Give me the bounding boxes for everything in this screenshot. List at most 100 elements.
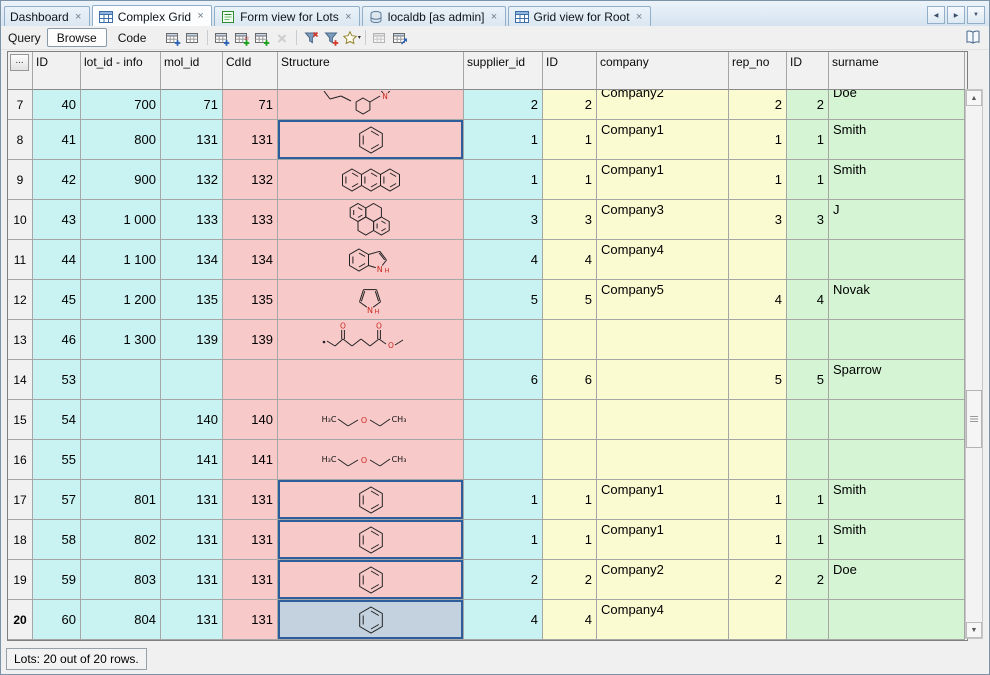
cell-supplier[interactable]: 1 [464, 480, 543, 520]
cell-structure[interactable] [278, 360, 464, 400]
cell-surname[interactable] [829, 320, 965, 360]
cell-id3[interactable] [787, 240, 829, 280]
row-number[interactable]: 15 [8, 400, 33, 440]
cell-surname[interactable]: Sparrow [829, 360, 965, 400]
row-number[interactable]: 20 [8, 600, 33, 640]
cell-lot[interactable]: 800 [81, 120, 161, 160]
cell-structure[interactable] [278, 120, 464, 160]
row-number[interactable]: 12 [8, 280, 33, 320]
browse-mode-button[interactable]: Browse [47, 28, 107, 47]
row-number[interactable]: 19 [8, 560, 33, 600]
tab-localdb-as-admin[interactable]: localdb [as admin]× [362, 6, 506, 27]
cell-id2[interactable]: 3 [543, 200, 597, 240]
cell-id1[interactable]: 53 [33, 360, 81, 400]
cell-lot[interactable]: 900 [81, 160, 161, 200]
cell-lot[interactable] [81, 440, 161, 480]
cell-cdid[interactable]: 134 [223, 240, 278, 280]
cell-structure[interactable]: H₃COCH₃ [278, 400, 464, 440]
cell-supplier[interactable]: 2 [464, 560, 543, 600]
cell-lot[interactable]: 1 100 [81, 240, 161, 280]
cell-id2[interactable]: 2 [543, 90, 597, 120]
cell-cdid[interactable]: 140 [223, 400, 278, 440]
row-number[interactable]: 7 [8, 90, 33, 120]
cell-id2[interactable]: 5 [543, 280, 597, 320]
cell-surname[interactable] [829, 600, 965, 640]
cell-company[interactable]: Company1 [597, 480, 729, 520]
cell-company[interactable]: Company3 [597, 200, 729, 240]
cell-mol[interactable]: 71 [161, 90, 223, 120]
cell-id1[interactable]: 43 [33, 200, 81, 240]
cell-supplier[interactable]: 4 [464, 600, 543, 640]
cell-structure[interactable]: H₃COCH₃ [278, 440, 464, 480]
cell-id1[interactable]: 44 [33, 240, 81, 280]
cell-id3[interactable] [787, 440, 829, 480]
tab-form-view-for-lots[interactable]: Form view for Lots× [214, 6, 360, 27]
column-header-surname[interactable]: surname [829, 52, 965, 90]
cell-supplier[interactable]: 1 [464, 120, 543, 160]
table-view-icon[interactable] [183, 28, 203, 48]
cell-rep[interactable] [729, 240, 787, 280]
cell-id1[interactable]: 58 [33, 520, 81, 560]
cell-surname[interactable]: Doe [829, 90, 965, 120]
cell-mol[interactable]: 131 [161, 480, 223, 520]
cell-id2[interactable]: 1 [543, 160, 597, 200]
cell-id1[interactable]: 45 [33, 280, 81, 320]
cell-company[interactable] [597, 440, 729, 480]
open-in-grid-icon[interactable] [390, 28, 410, 48]
cell-id2[interactable]: 4 [543, 600, 597, 640]
row-number[interactable]: 16 [8, 440, 33, 480]
tab-complex-grid[interactable]: Complex Grid× [92, 5, 212, 27]
cell-mol[interactable]: 141 [161, 440, 223, 480]
row-number[interactable]: 9 [8, 160, 33, 200]
tab-list-icon[interactable]: ▼ [967, 6, 985, 24]
cell-id2[interactable]: 1 [543, 480, 597, 520]
cell-rep[interactable]: 2 [729, 560, 787, 600]
cell-lot[interactable]: 804 [81, 600, 161, 640]
cell-structure[interactable] [278, 480, 464, 520]
tab-close-icon[interactable]: × [343, 12, 354, 23]
cell-cdid[interactable]: 71 [223, 90, 278, 120]
cell-cdid[interactable]: 139 [223, 320, 278, 360]
cell-mol[interactable]: 139 [161, 320, 223, 360]
cell-id1[interactable]: 40 [33, 90, 81, 120]
cell-id1[interactable]: 42 [33, 160, 81, 200]
scroll-left-icon[interactable]: ◀ [927, 6, 945, 24]
cell-id3[interactable] [787, 320, 829, 360]
cell-cdid[interactable] [223, 360, 278, 400]
tab-close-icon[interactable]: × [489, 12, 500, 23]
cell-rep[interactable]: 1 [729, 160, 787, 200]
cell-id1[interactable]: 60 [33, 600, 81, 640]
scrollbar-thumb[interactable] [966, 390, 982, 448]
cell-id1[interactable]: 57 [33, 480, 81, 520]
cell-supplier[interactable]: 6 [464, 360, 543, 400]
cell-id3[interactable]: 1 [787, 120, 829, 160]
cell-supplier[interactable]: 3 [464, 200, 543, 240]
add-child-row-icon[interactable]: ci [232, 28, 252, 48]
cell-supplier[interactable]: 1 [464, 520, 543, 560]
cell-company[interactable]: Company1 [597, 160, 729, 200]
cell-id2[interactable]: 1 [543, 520, 597, 560]
column-header-cdid[interactable]: CdId [223, 52, 278, 90]
cell-id1[interactable]: 41 [33, 120, 81, 160]
cell-mol[interactable]: 132 [161, 160, 223, 200]
cell-cdid[interactable]: 135 [223, 280, 278, 320]
cell-mol[interactable]: 135 [161, 280, 223, 320]
column-header-structure[interactable]: Structure [278, 52, 464, 90]
cell-surname[interactable] [829, 440, 965, 480]
cell-cdid[interactable]: 131 [223, 520, 278, 560]
cell-surname[interactable]: Smith [829, 480, 965, 520]
cell-lot[interactable]: 803 [81, 560, 161, 600]
column-header-rep[interactable]: rep_no [729, 52, 787, 90]
column-header-mol[interactable]: mol_id [161, 52, 223, 90]
cell-rep[interactable] [729, 440, 787, 480]
cell-surname[interactable]: Smith [829, 120, 965, 160]
cell-supplier[interactable]: 1 [464, 160, 543, 200]
cell-supplier[interactable]: 4 [464, 240, 543, 280]
insert-row-icon[interactable] [163, 28, 183, 48]
cell-supplier[interactable] [464, 440, 543, 480]
cell-structure[interactable]: NH [278, 280, 464, 320]
column-header-id3[interactable]: ID [787, 52, 829, 90]
cell-lot[interactable]: 1 200 [81, 280, 161, 320]
cell-id3[interactable]: 2 [787, 90, 829, 120]
cell-rep[interactable]: 2 [729, 90, 787, 120]
